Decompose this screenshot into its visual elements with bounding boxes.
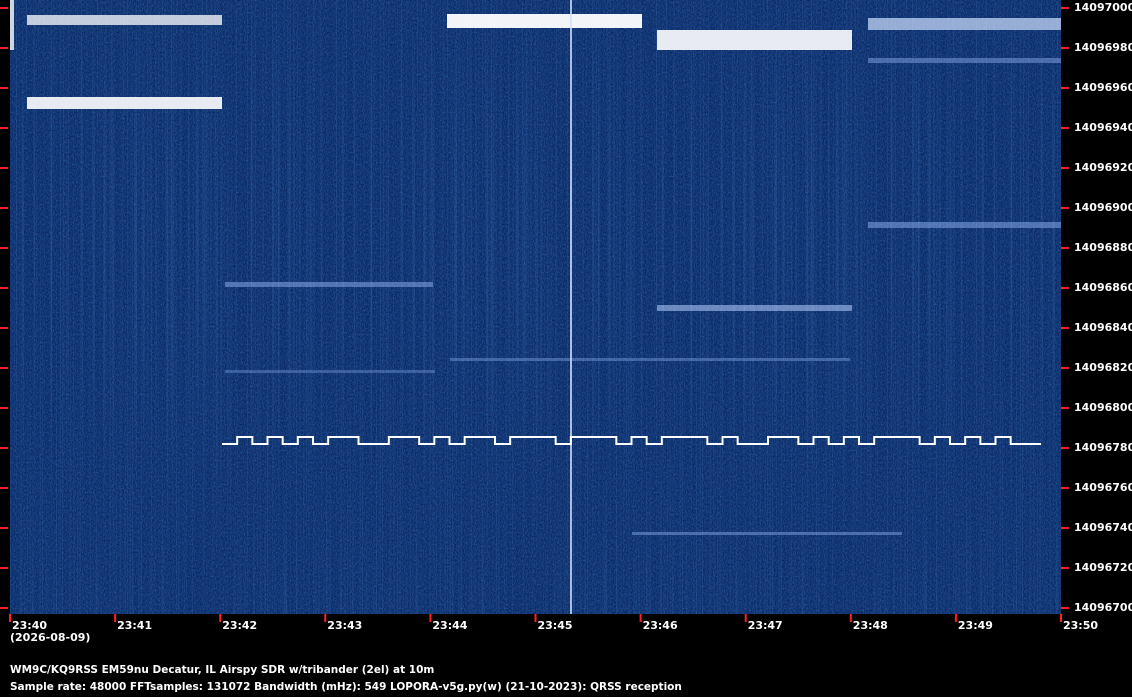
vertical-interference: [570, 0, 572, 614]
x-tick-label: 23:43: [327, 619, 363, 632]
y-tick-label: 14096900: [1074, 201, 1132, 214]
x-tick-label: 23:40: [12, 619, 48, 632]
y-tick-label: 14096860: [1074, 281, 1132, 294]
signal-trace: [27, 15, 222, 25]
y-tick-label: 14096740: [1074, 521, 1132, 534]
settings-info: Sample rate: 48000 FFTsamples: 131072 Ba…: [10, 681, 682, 693]
weak-trace: [868, 222, 1061, 228]
weak-trace: [450, 358, 850, 361]
x-tick-label: 23:48: [852, 619, 888, 632]
y-tick-label: 14096920: [1074, 161, 1132, 174]
x-tick-label: 23:50: [1063, 619, 1099, 632]
y-tick-label: 14096780: [1074, 441, 1132, 454]
y-tick-label: 14096980: [1074, 41, 1132, 54]
weak-trace: [225, 282, 433, 287]
x-tick-label: 23:47: [747, 619, 783, 632]
vertical-interference: [10, 0, 14, 50]
x-tick-label: 23:44: [432, 619, 468, 632]
x-tick-label: 23:49: [957, 619, 993, 632]
y-tick-label: 14096880: [1074, 241, 1132, 254]
y-tick-label: 14096760: [1074, 481, 1132, 494]
weak-trace: [632, 532, 902, 535]
spectrogram-plot: [0, 0, 1069, 622]
signal-trace: [657, 30, 852, 50]
y-tick-label: 14096700: [1074, 601, 1132, 614]
x-tick-label: 23:45: [537, 619, 573, 632]
signal-trace: [27, 97, 222, 109]
signal-trace: [868, 18, 1061, 30]
weak-trace: [868, 58, 1061, 63]
weak-trace: [657, 305, 852, 311]
weak-trace: [225, 370, 435, 373]
y-tick-label: 14096960: [1074, 81, 1132, 94]
y-tick-label: 14096820: [1074, 361, 1132, 374]
y-tick-label: 14096800: [1074, 401, 1132, 414]
y-tick-label: 14096840: [1074, 321, 1132, 334]
station-info: WM9C/KQ9RSS EM59nu Decatur, IL Airspy SD…: [10, 664, 435, 676]
y-tick-label: 14096720: [1074, 561, 1132, 574]
y-tick-label: 14096940: [1074, 121, 1132, 134]
x-tick-label: 23:46: [642, 619, 678, 632]
signal-trace: [447, 14, 642, 28]
y-tick-label: 14097000: [1074, 1, 1132, 14]
x-tick-label: 23:42: [222, 619, 258, 632]
date-label: (2026-08-09): [10, 631, 91, 644]
x-tick-label: 23:41: [117, 619, 153, 632]
